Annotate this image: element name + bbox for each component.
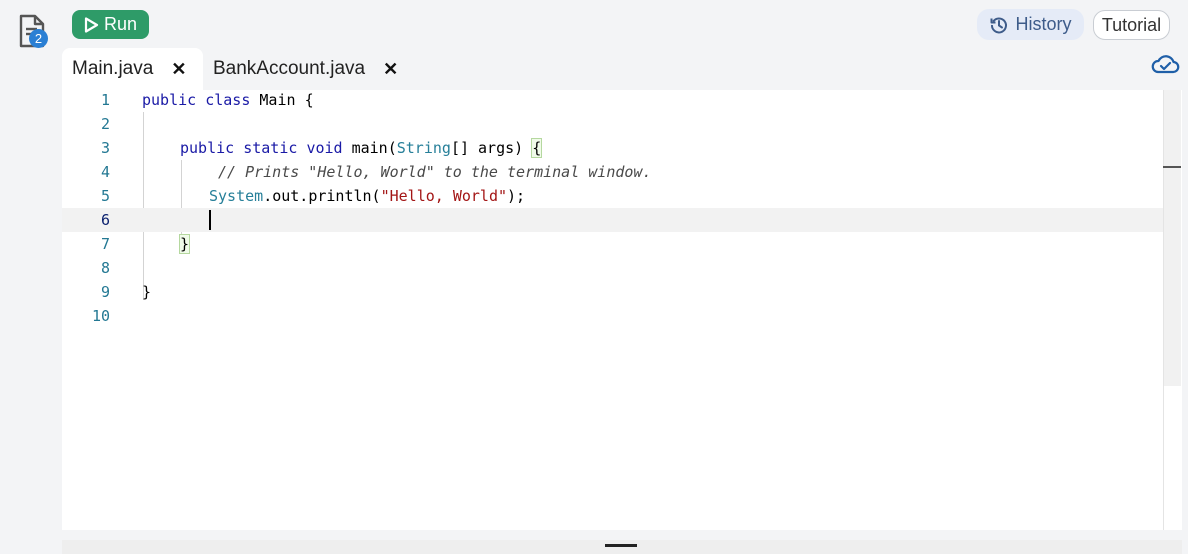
code-editor[interactable]: 1 public class Main { 2 3 public static … xyxy=(62,88,1180,530)
current-line: 6 xyxy=(62,208,1180,232)
line-number: 5 xyxy=(100,187,110,205)
run-label: Run xyxy=(103,14,138,34)
left-rail: 2 xyxy=(0,0,62,554)
line-number: 2 xyxy=(100,115,110,133)
close-icon[interactable]: ✕ xyxy=(171,59,186,80)
code-line: 4 // Prints "Hello, World" to the termin… xyxy=(62,160,1163,184)
code-text: } xyxy=(178,234,191,254)
code-comment: // Prints "Hello, World" to the terminal… xyxy=(218,163,652,181)
code-line: 9 } xyxy=(62,280,1163,304)
line-number: 7 xyxy=(100,235,110,253)
code-line: 2 xyxy=(62,112,1163,136)
text-cursor xyxy=(209,210,211,230)
code-line: 7 } xyxy=(62,232,1163,256)
files-count-badge: 2 xyxy=(29,29,48,48)
line-number: 4 xyxy=(100,163,110,181)
code-line: 10 xyxy=(62,304,1163,328)
line-number: 10 xyxy=(91,307,110,325)
tab-label: Main.java xyxy=(72,58,154,79)
code-line: 5 System.out.println("Hello, World"); xyxy=(62,184,1163,208)
line-number: 3 xyxy=(100,139,110,157)
tutorial-button[interactable]: Tutorial xyxy=(1093,10,1170,40)
tab-bankaccount-java[interactable]: BankAccount.java ✕ xyxy=(203,48,408,90)
cursor-position-marker xyxy=(1163,166,1181,168)
editor-tabs: Main.java ✕ BankAccount.java ✕ xyxy=(62,48,1188,90)
close-icon[interactable]: ✕ xyxy=(383,59,398,80)
cloud-sync-icon[interactable] xyxy=(1150,52,1180,76)
line-number: 9 xyxy=(100,283,110,301)
code-line: 1 public class Main { xyxy=(62,88,1163,112)
code-text: } xyxy=(142,283,152,301)
code-line: 3 public static void main(String[] args)… xyxy=(62,136,1163,160)
tab-label: BankAccount.java xyxy=(213,58,366,79)
play-icon xyxy=(84,16,99,33)
resize-handle[interactable] xyxy=(605,544,637,547)
history-icon xyxy=(990,16,1008,33)
line-number: 1 xyxy=(100,91,110,109)
code-text: public class Main { xyxy=(142,91,314,109)
code-line: 8 xyxy=(62,256,1163,280)
scrollbar-thumb[interactable] xyxy=(1164,90,1181,386)
line-number: 8 xyxy=(100,259,110,277)
tab-main-java[interactable]: Main.java ✕ xyxy=(62,48,203,90)
history-button[interactable]: History xyxy=(977,9,1084,40)
line-number: 6 xyxy=(100,211,110,229)
code-text: System.out.println("Hello, World"); xyxy=(209,187,526,205)
console-resize-bar[interactable] xyxy=(62,540,1182,554)
code-text: public static void main(String[] args) { xyxy=(180,138,543,158)
toolbar: Run History Tutorial xyxy=(62,0,1188,48)
run-button[interactable]: Run xyxy=(72,10,149,39)
history-label: History xyxy=(1015,14,1072,34)
